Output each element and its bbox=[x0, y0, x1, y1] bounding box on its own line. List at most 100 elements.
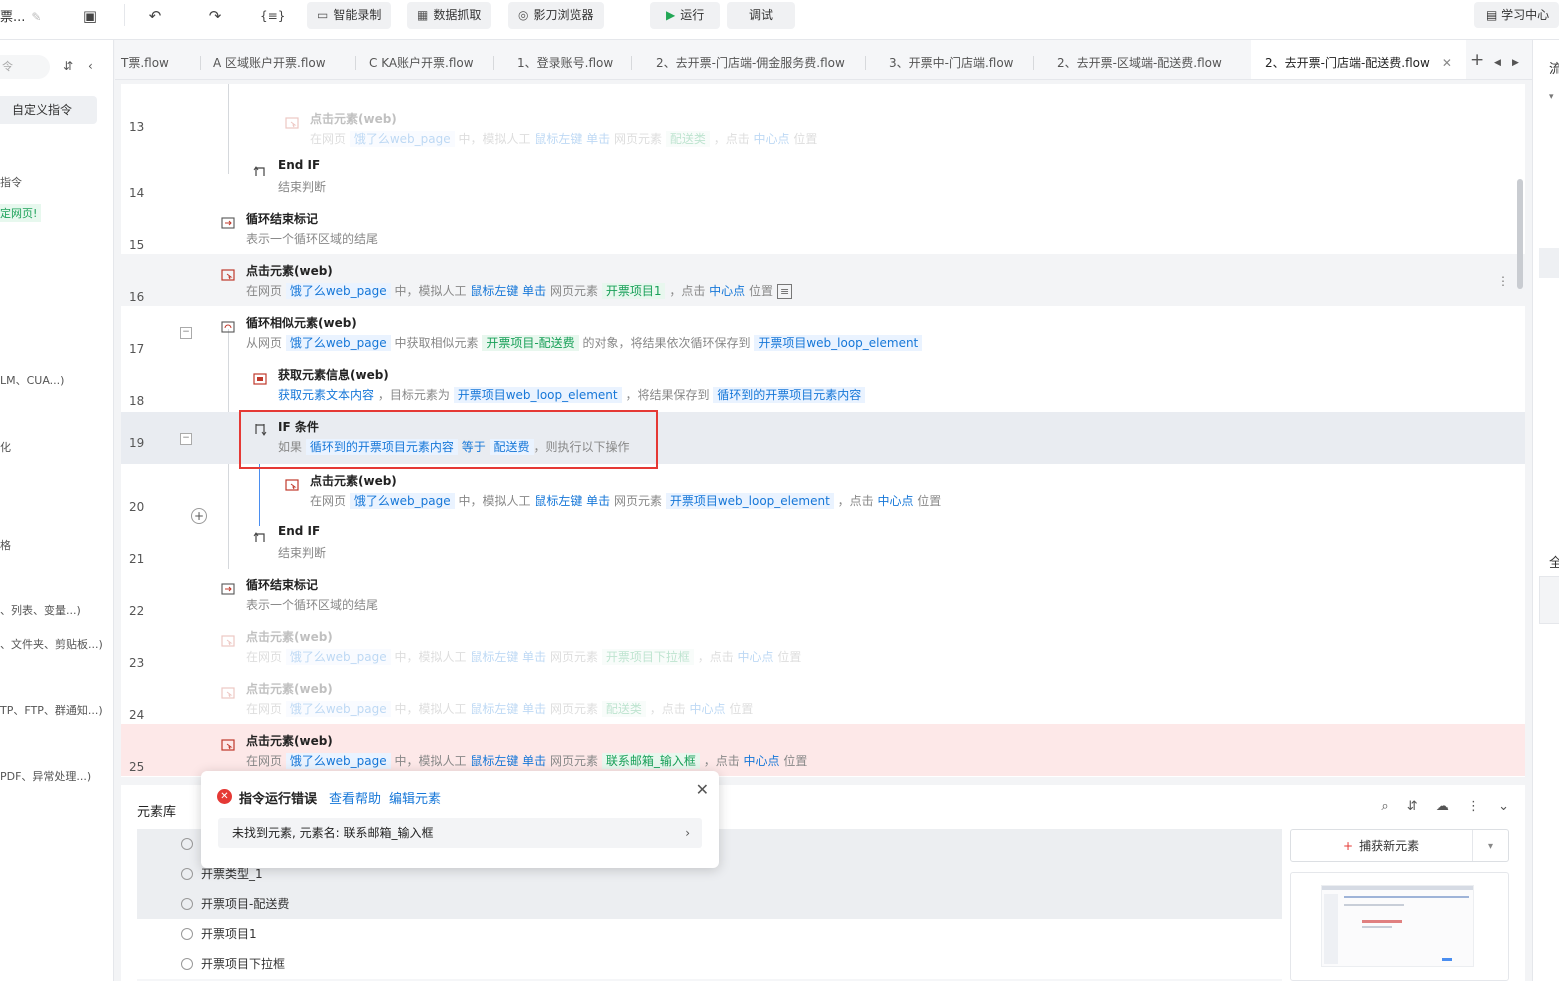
flow-row[interactable]: 16 点击元素(web) 在网页 饿了么web_page 中，模拟人工 鼠标左键… bbox=[121, 254, 1525, 306]
tab-flow[interactable]: 2、去开票-区域端-配送费.flow bbox=[1057, 40, 1222, 79]
flow-row[interactable]: 15 循环结束标记 表示一个循环区域的结尾 bbox=[121, 202, 1525, 254]
command-title: 循环结束标记 bbox=[246, 212, 319, 226]
smart-record-button[interactable]: ▭ 智能录制 bbox=[307, 2, 392, 29]
undo-icon[interactable]: ↶ bbox=[143, 6, 167, 26]
flow-row[interactable]: 20 点击元素(web) 在网页 饿了么web_page 中，模拟人工 鼠标左键… bbox=[121, 464, 1525, 516]
close-tab-icon[interactable]: ✕ bbox=[1442, 56, 1452, 70]
variable-tag[interactable]: 饿了么web_page bbox=[285, 753, 391, 769]
element-tag[interactable]: 开票项目下拉框 bbox=[601, 649, 694, 665]
element-tag[interactable]: 配送类 bbox=[601, 701, 646, 717]
tab-flow[interactable]: 1、登录账号.flow bbox=[517, 40, 613, 79]
flow-row-error[interactable]: 25 点击元素(web) 在网页 饿了么web_page 中，模拟人工 鼠标左键… bbox=[121, 724, 1525, 776]
collapse-toggle[interactable]: − bbox=[180, 327, 192, 339]
top-toolbar: 票... ✎ ▣ ↶ ↷ {≡} ▭ 智能录制 ▦ 数据抓取 ◎ 影刀浏览器 ▶ 运行 调… bbox=[0, 0, 1559, 40]
variable-tag[interactable]: 饿了么web_page bbox=[285, 701, 391, 717]
element-tag[interactable]: 联系邮箱_输入框 bbox=[601, 753, 700, 769]
variable-tag[interactable]: 饿了么web_page bbox=[285, 283, 391, 299]
redo-icon[interactable]: ↷ bbox=[203, 6, 227, 26]
chevron-down-icon[interactable]: ▾ bbox=[1549, 92, 1554, 102]
variable-tag[interactable]: 饿了么web_page bbox=[349, 131, 455, 147]
sort-icon[interactable]: ⇵ bbox=[1407, 799, 1418, 814]
command-title: End IF bbox=[278, 158, 321, 172]
learning-center-button[interactable]: ▤ 学习中心 bbox=[1474, 2, 1559, 28]
tab-flow[interactable]: 3、开票中-门店端.flow bbox=[889, 40, 1014, 79]
chevron-down-icon[interactable]: ▾ bbox=[1472, 830, 1508, 861]
tab-divider bbox=[355, 56, 356, 70]
variable-tag[interactable]: 循环到的开票项目元素内容 bbox=[305, 439, 458, 455]
element-icon bbox=[181, 958, 193, 970]
command-title: End IF bbox=[278, 524, 321, 538]
right-panel-item[interactable] bbox=[1539, 576, 1559, 624]
variable-tag[interactable]: 开票项目web_loop_element bbox=[754, 335, 923, 351]
more-options-icon[interactable]: ⋮ bbox=[1467, 799, 1480, 814]
variable-tag[interactable]: 饿了么web_page bbox=[285, 649, 391, 665]
add-tab-icon[interactable]: + bbox=[1470, 50, 1484, 70]
element-tag[interactable]: 开票项目-配送费 bbox=[482, 335, 579, 351]
flow-row-disabled[interactable]: 23 点击元素(web) 在网页 饿了么web_page 中，模拟人工 鼠标左键… bbox=[121, 620, 1525, 672]
variable-tag[interactable]: 循环到的开票项目元素内容 bbox=[713, 387, 866, 403]
edit-pencil-icon[interactable]: ✎ bbox=[31, 10, 41, 24]
list-item[interactable]: 开票项目-配送费 bbox=[137, 889, 1282, 919]
sidebar-category[interactable]: 化 bbox=[0, 439, 11, 455]
flow-row[interactable]: 18 获取元素信息(web) 获取元素文本内容 ，目标元素为 开票项目web_l… bbox=[121, 358, 1525, 410]
browser-button[interactable]: ◎ 影刀浏览器 bbox=[508, 2, 604, 29]
flow-row[interactable]: 14 End IF 结束判断 bbox=[121, 150, 1525, 202]
collapse-toggle[interactable]: − bbox=[180, 433, 192, 445]
sort-icon[interactable]: ⇵ bbox=[63, 59, 73, 73]
flow-row-disabled[interactable]: 24 点击元素(web) 在网页 饿了么web_page 中，模拟人工 鼠标左键… bbox=[121, 672, 1525, 724]
chevron-down-icon[interactable]: ⌄ bbox=[1498, 799, 1509, 814]
command-title: 点击元素(web) bbox=[246, 264, 333, 278]
tab-prev-icon[interactable]: ◀ bbox=[1494, 58, 1501, 68]
upload-icon[interactable]: ☁ bbox=[1436, 799, 1449, 814]
editor-scrollbar[interactable] bbox=[1517, 179, 1523, 289]
click-element-icon bbox=[221, 687, 235, 699]
list-item[interactable]: 开票项目下拉框 bbox=[137, 949, 1282, 979]
tab-flow[interactable]: T票.flow bbox=[121, 40, 169, 79]
sidebar-category[interactable]: TP、FTP、群通知...) bbox=[0, 702, 103, 718]
tab-next-icon[interactable]: ▶ bbox=[1512, 58, 1519, 68]
flow-row[interactable]: 13 点击元素(web) 在网页 饿了么web_page 中，模拟人工 鼠标左键… bbox=[121, 102, 1525, 154]
flow-row-selected[interactable]: 19 − IF 条件 如果 循环到的开票项目元素内容 等于 配送费 ，则执行以下操… bbox=[121, 412, 1525, 464]
flow-row[interactable]: 21 End IF 结束判断 bbox=[121, 516, 1525, 568]
close-icon[interactable]: ✕ bbox=[696, 780, 709, 799]
right-panel-item[interactable] bbox=[1539, 248, 1559, 278]
variable-braces-icon[interactable]: {≡} bbox=[260, 6, 285, 26]
error-icon: ✕ bbox=[217, 789, 232, 804]
sidebar-category[interactable]: PDF、异常处理...) bbox=[0, 768, 91, 784]
sidebar-category[interactable]: 、列表、变量...) bbox=[0, 602, 81, 618]
sidebar-category[interactable]: 、文件夹、剪贴板...) bbox=[0, 636, 103, 652]
data-scrape-button[interactable]: ▦ 数据抓取 bbox=[407, 2, 492, 29]
sidebar-category[interactable]: 指令 bbox=[0, 174, 22, 190]
flow-row[interactable]: 17 − 循环相似元素(web) 从网页 饿了么web_page 中获取相似元素… bbox=[121, 306, 1525, 358]
more-options-icon[interactable]: ⋮ bbox=[1497, 274, 1509, 288]
variable-tag[interactable]: 开票项目web_loop_element bbox=[453, 387, 622, 403]
capture-new-element-button[interactable]: + 捕获新元素 ▾ bbox=[1290, 829, 1509, 862]
note-icon[interactable]: ≡ bbox=[777, 284, 793, 299]
tab-active-flow[interactable]: 2、去开票-门店端-配送费.flow ✕ bbox=[1251, 40, 1466, 79]
run-button[interactable]: ▶ 运行 bbox=[650, 2, 721, 29]
flow-row[interactable]: 22 循环结束标记 表示一个循环区域的结尾 bbox=[121, 568, 1525, 620]
list-item[interactable]: 开票项目1 bbox=[137, 919, 1282, 949]
tab-flow[interactable]: A 区域账户开票.flow bbox=[213, 40, 326, 79]
save-icon[interactable]: ▣ bbox=[78, 6, 102, 26]
element-tag[interactable]: 开票项目1 bbox=[601, 283, 666, 299]
variable-tag[interactable]: 饿了么web_page bbox=[349, 493, 455, 509]
debug-button[interactable]: 调试 bbox=[727, 2, 796, 29]
variable-tag[interactable]: 饿了么web_page bbox=[285, 335, 391, 351]
sidebar-category[interactable]: 格 bbox=[0, 537, 11, 553]
tab-flow[interactable]: 2、去开票-门店端-佣金服务费.flow bbox=[656, 40, 845, 79]
element-tag[interactable]: 配送类 bbox=[665, 131, 710, 147]
command-title: 点击元素(web) bbox=[246, 682, 333, 696]
collapse-sidebar-icon[interactable]: ‹ bbox=[88, 59, 93, 73]
error-message[interactable]: 未找到元素, 元素名: 联系邮箱_输入框 › bbox=[218, 818, 702, 848]
sidebar-category[interactable]: LM、CUA...) bbox=[0, 372, 64, 388]
view-help-link[interactable]: 查看帮助 bbox=[329, 788, 381, 807]
custom-command-button[interactable]: 自定义指令 bbox=[0, 96, 97, 124]
tab-flow[interactable]: C KA账户开票.flow bbox=[369, 40, 474, 79]
value-tag[interactable]: 配送费 bbox=[489, 439, 534, 455]
edit-element-link[interactable]: 编辑元素 bbox=[389, 788, 441, 807]
video-icon: ▭ bbox=[317, 8, 329, 22]
command-search-input[interactable]: 令 bbox=[0, 55, 50, 79]
variable-tag[interactable]: 开票项目web_loop_element bbox=[665, 493, 834, 509]
search-icon[interactable]: ⌕ bbox=[1381, 799, 1388, 814]
